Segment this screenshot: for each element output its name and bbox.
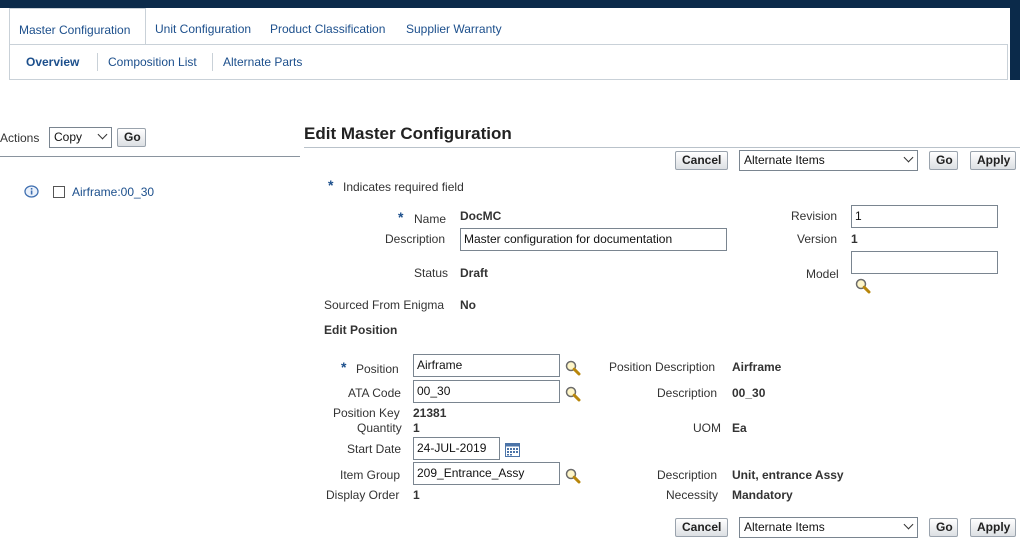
position-key-value: 21381: [413, 406, 447, 420]
sourced-from-enigma-label: Sourced From Enigma: [324, 298, 445, 312]
chevron-down-icon: [97, 129, 108, 140]
subtab-overview[interactable]: Overview: [26, 54, 79, 70]
actions-go-button[interactable]: Go: [117, 128, 146, 147]
status-value: Draft: [460, 266, 489, 280]
start-date-input[interactable]: 24-JUL-2019: [413, 437, 500, 460]
left-pane-divider: [0, 156, 300, 157]
necessity-value: Mandatory: [732, 488, 793, 502]
required-marker: *: [328, 177, 334, 193]
alternate-items-select-bottom[interactable]: Alternate Items: [739, 517, 918, 538]
alternate-items-select-top[interactable]: Alternate Items: [739, 150, 918, 171]
version-value: 1: [851, 232, 858, 246]
search-icon[interactable]: [855, 278, 871, 294]
version-label: Version: [797, 232, 838, 246]
search-icon[interactable]: [565, 360, 581, 376]
model-input[interactable]: [851, 251, 998, 274]
ata-code-label: ATA Code: [348, 386, 401, 400]
ata-description-label: Description: [657, 386, 718, 400]
calendar-icon[interactable]: [505, 442, 520, 457]
ata-code-input[interactable]: 00_30: [413, 380, 560, 403]
item-description-label: Description: [657, 468, 718, 482]
subtab-separator: [212, 53, 213, 71]
necessity-label: Necessity: [666, 488, 719, 502]
alternate-items-value: Alternate Items: [744, 153, 825, 167]
page-title: Edit Master Configuration: [304, 124, 512, 143]
right-frame-bar: [1010, 0, 1020, 80]
name-value: DocMC: [460, 209, 502, 223]
apply-button-top[interactable]: Apply: [970, 151, 1016, 170]
position-input[interactable]: Airframe: [413, 354, 560, 377]
required-marker: *: [341, 359, 347, 375]
item-group-input[interactable]: 209_Entrance_Assy: [413, 462, 560, 485]
description-label: Description: [385, 232, 446, 246]
start-date-label: Start Date: [347, 442, 402, 456]
chevron-down-icon: [903, 152, 914, 163]
cancel-button-bottom[interactable]: Cancel: [675, 518, 729, 537]
position-description-label: Position Description: [609, 360, 716, 374]
tab-unit-configuration[interactable]: Unit Configuration: [146, 8, 260, 44]
status-label: Status: [414, 266, 449, 280]
info-icon[interactable]: [24, 185, 39, 198]
tab-master-configuration[interactable]: Master Configuration: [9, 8, 146, 44]
tree-item-airframe[interactable]: Airframe:00_30: [72, 185, 154, 199]
item-group-label: Item Group: [340, 468, 401, 482]
position-description-value: Airframe: [732, 360, 782, 374]
go-button-bottom[interactable]: Go: [929, 518, 958, 537]
subtab-alternate-parts[interactable]: Alternate Parts: [223, 54, 302, 70]
tab-supplier-warranty[interactable]: Supplier Warranty: [397, 8, 511, 44]
go-button-top[interactable]: Go: [929, 151, 958, 170]
uom-value: Ea: [732, 421, 747, 435]
uom-label: UOM: [693, 421, 721, 435]
display-order-value: 1: [413, 488, 420, 502]
subtab-separator: [97, 53, 98, 71]
revision-input[interactable]: 1: [851, 205, 998, 228]
item-description-value: Unit, entrance Assy: [732, 468, 844, 482]
quantity-label: Quantity: [357, 421, 402, 435]
cancel-button-top[interactable]: Cancel: [675, 151, 728, 170]
subtab-composition-list[interactable]: Composition List: [108, 54, 197, 70]
model-label: Model: [806, 267, 839, 281]
position-label: Position: [356, 362, 399, 376]
search-icon[interactable]: [565, 468, 581, 484]
title-underline: [304, 147, 1020, 148]
edit-position-title: Edit Position: [324, 323, 398, 337]
ata-description-value: 00_30: [732, 386, 766, 400]
actions-label: Actions: [0, 131, 40, 145]
tab-product-classification[interactable]: Product Classification: [261, 8, 394, 44]
top-frame-bar: [0, 0, 1020, 8]
required-note: Indicates required field: [343, 180, 464, 194]
alternate-items-value: Alternate Items: [744, 520, 825, 534]
name-label: Name: [414, 212, 447, 226]
quantity-value: 1: [413, 421, 420, 435]
required-marker: *: [398, 209, 404, 225]
chevron-down-icon: [903, 519, 914, 530]
revision-label: Revision: [791, 209, 838, 223]
apply-button-bottom[interactable]: Apply: [970, 518, 1016, 537]
actions-select-value: Copy: [54, 130, 83, 144]
search-icon[interactable]: [565, 386, 581, 402]
description-input[interactable]: Master configuration for documentation: [460, 228, 727, 251]
tree-item-checkbox[interactable]: [53, 186, 65, 198]
sourced-from-enigma-value: No: [460, 298, 476, 312]
position-key-label: Position Key: [333, 406, 400, 420]
actions-select[interactable]: Copy: [49, 127, 112, 148]
display-order-label: Display Order: [326, 488, 400, 502]
